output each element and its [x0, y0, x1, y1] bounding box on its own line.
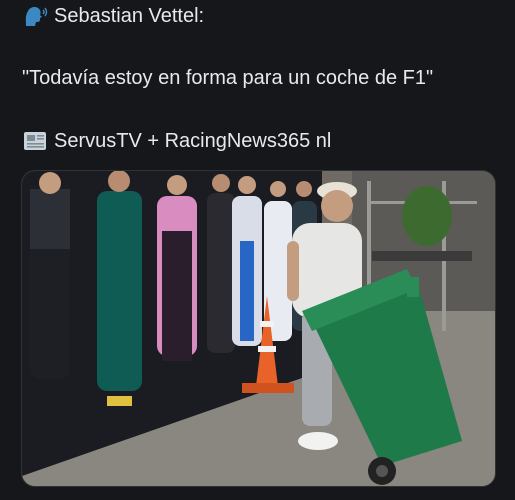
author-line: Sebastian Vettel:: [22, 4, 204, 28]
tweet-post: Sebastian Vettel: "Todavía estoy en form…: [0, 0, 515, 500]
quote-text: "Todavía estoy en forma para un coche de…: [22, 67, 434, 89]
source-line: ServusTV + RacingNews365 nl: [22, 129, 331, 153]
photo-illustration: [22, 171, 495, 486]
source-text: ServusTV + RacingNews365 nl: [54, 130, 332, 152]
post-photo[interactable]: [21, 170, 496, 487]
author-text: Sebastian Vettel:: [54, 5, 205, 27]
speaking-head-icon: [22, 4, 48, 28]
newspaper-icon: [22, 129, 48, 153]
